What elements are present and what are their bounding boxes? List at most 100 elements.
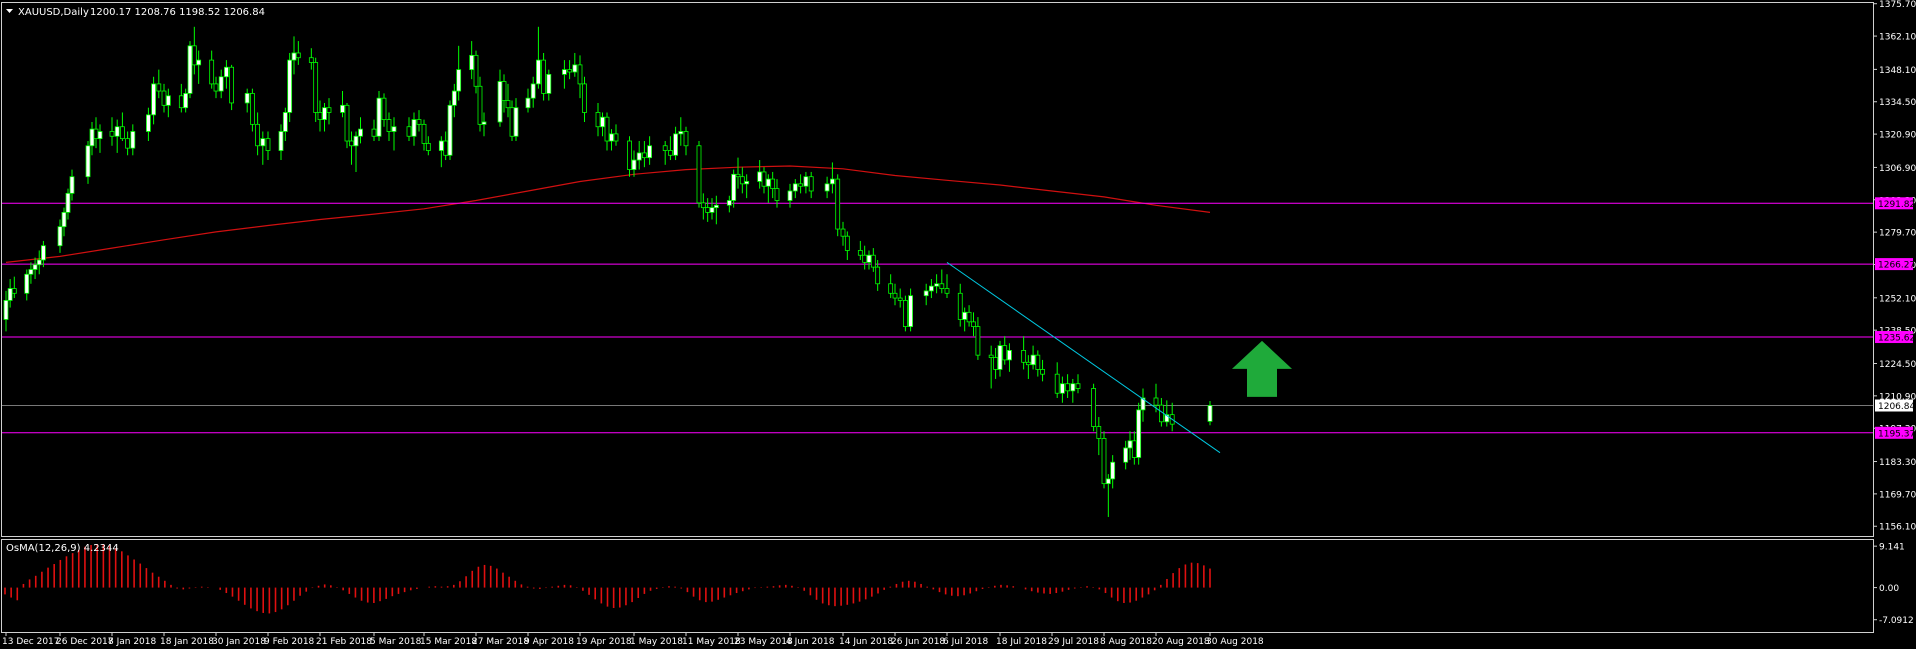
candle-body-bear — [1159, 404, 1164, 423]
candle[interactable] — [229, 64, 235, 111]
candle-body-bull — [497, 81, 503, 123]
candle-body-bull — [636, 152, 642, 161]
candle-body-bear — [604, 116, 610, 142]
candle-body-bull — [456, 69, 462, 92]
candle-body-bull — [223, 66, 229, 78]
candle-body-bear — [761, 171, 767, 187]
candle-body-bull — [3, 300, 9, 320]
candle-body-bull — [481, 121, 487, 125]
candle-body-bull — [962, 311, 968, 320]
price-tick-label: 1375.70 — [1879, 0, 1916, 10]
candle-body-bull — [447, 104, 453, 156]
candle-body-bear — [939, 283, 945, 289]
candle-body-bull — [57, 226, 63, 247]
candle-body-bear — [966, 311, 972, 323]
candle-body-bear — [443, 140, 449, 156]
candle-body-bull — [1070, 383, 1076, 392]
price-tick-label: 1362.10 — [1879, 33, 1916, 43]
candle-body-bull — [69, 176, 75, 194]
time-tick-label: 23 May 2018 — [734, 637, 793, 647]
candle[interactable] — [1101, 431, 1107, 489]
candle-body-bull — [1105, 478, 1111, 485]
candle[interactable] — [1091, 383, 1096, 432]
candle[interactable] — [541, 52, 546, 101]
candle-body-bull — [1060, 383, 1065, 394]
candle-body-bull — [89, 128, 95, 147]
candle[interactable] — [376, 91, 382, 142]
candle-body-bull — [183, 93, 189, 109]
candle-body-bear — [1075, 383, 1081, 389]
candle-body-bull — [358, 128, 363, 137]
candle-body-bear — [582, 83, 587, 113]
candle-body-bear — [93, 128, 99, 140]
candle-body-bear — [386, 119, 392, 132]
candle-body-bear — [349, 140, 354, 147]
candle[interactable] — [187, 41, 193, 99]
candle-body-bear — [774, 188, 780, 201]
level-price-label: 1291.82 — [1878, 200, 1915, 210]
candle-body-bear — [957, 292, 963, 320]
candle-body-bull — [61, 211, 67, 228]
candle[interactable] — [1136, 402, 1142, 465]
candle-body-bear — [416, 119, 422, 125]
candle-body-bull — [340, 104, 345, 113]
candle[interactable] — [903, 295, 908, 332]
candle-body-bull — [787, 190, 793, 201]
candle-body-bull — [391, 126, 397, 132]
time-tick-label: 18 Jan 2018 — [160, 637, 214, 647]
candle-body-bull — [1007, 350, 1012, 361]
candle[interactable] — [287, 52, 293, 122]
candle-body-bull — [196, 59, 202, 66]
candle-body-bull — [609, 133, 614, 142]
candle-body-bull — [282, 112, 288, 132]
candle[interactable] — [835, 174, 841, 237]
candle-body-bull — [525, 97, 531, 109]
candle[interactable] — [696, 141, 702, 208]
candle-body-bear — [1101, 438, 1107, 485]
time-tick-label: 29 Jul 2018 — [1048, 637, 1099, 647]
time-tick-label: 20 Aug 2018 — [1152, 637, 1210, 647]
candle-body-bull — [260, 138, 266, 147]
candle-body-bear — [739, 176, 745, 185]
time-tick-label: 5 Mar 2018 — [370, 637, 422, 647]
candle[interactable] — [313, 57, 319, 122]
candle-body-bull — [572, 64, 578, 73]
candle-body-bear — [125, 138, 130, 149]
candle-body-bull — [451, 90, 457, 106]
candle-body-bull — [411, 119, 417, 137]
candle-body-bull — [85, 145, 91, 178]
candle-body-bear — [381, 97, 387, 120]
candle-body-bear — [317, 112, 323, 120]
candle-body-bear — [870, 254, 876, 268]
candle-body-bull — [151, 83, 157, 116]
candle-body-bear — [1040, 369, 1045, 375]
symbol-title: XAUUSD,Daily — [18, 7, 89, 18]
time-tick-label: 8 Aug 2018 — [1100, 637, 1152, 647]
candle-body-bear — [808, 176, 814, 192]
candle[interactable] — [447, 100, 453, 161]
candle[interactable] — [344, 102, 350, 149]
candle-body-bear — [595, 112, 601, 128]
candle-body-bull — [726, 200, 732, 206]
candle-body-bear — [313, 62, 319, 113]
candle-body-bull — [36, 259, 42, 266]
time-tick-label: 11 May 2018 — [682, 637, 741, 647]
candle-body-bull — [792, 183, 798, 192]
candle-body-bull — [1030, 354, 1036, 366]
candle-body-bear — [642, 152, 647, 159]
time-tick-label: 14 Jun 2018 — [839, 637, 893, 647]
price-tick-label: 1183.30 — [1879, 458, 1916, 468]
candle-body-bear — [798, 183, 803, 187]
chart-header: XAUUSD,Daily 1200.17 1208.76 1198.52 120… — [6, 7, 265, 18]
candle-body-bear — [840, 228, 846, 237]
time-tick-label: 30 Jan 2018 — [212, 637, 266, 647]
candle-body-bull — [1110, 461, 1116, 480]
candle-body-bear — [1025, 361, 1031, 366]
candle-body-bear — [944, 288, 950, 294]
ohlc-readout: 1200.17 1208.76 1198.52 1206.84 — [90, 7, 265, 18]
time-tick-label: 1 May 2018 — [630, 637, 683, 647]
candle-body-bull — [536, 59, 541, 85]
candle-body-bull — [291, 52, 297, 61]
candle-body-bull — [287, 59, 293, 113]
candle-body-bull — [709, 207, 715, 213]
